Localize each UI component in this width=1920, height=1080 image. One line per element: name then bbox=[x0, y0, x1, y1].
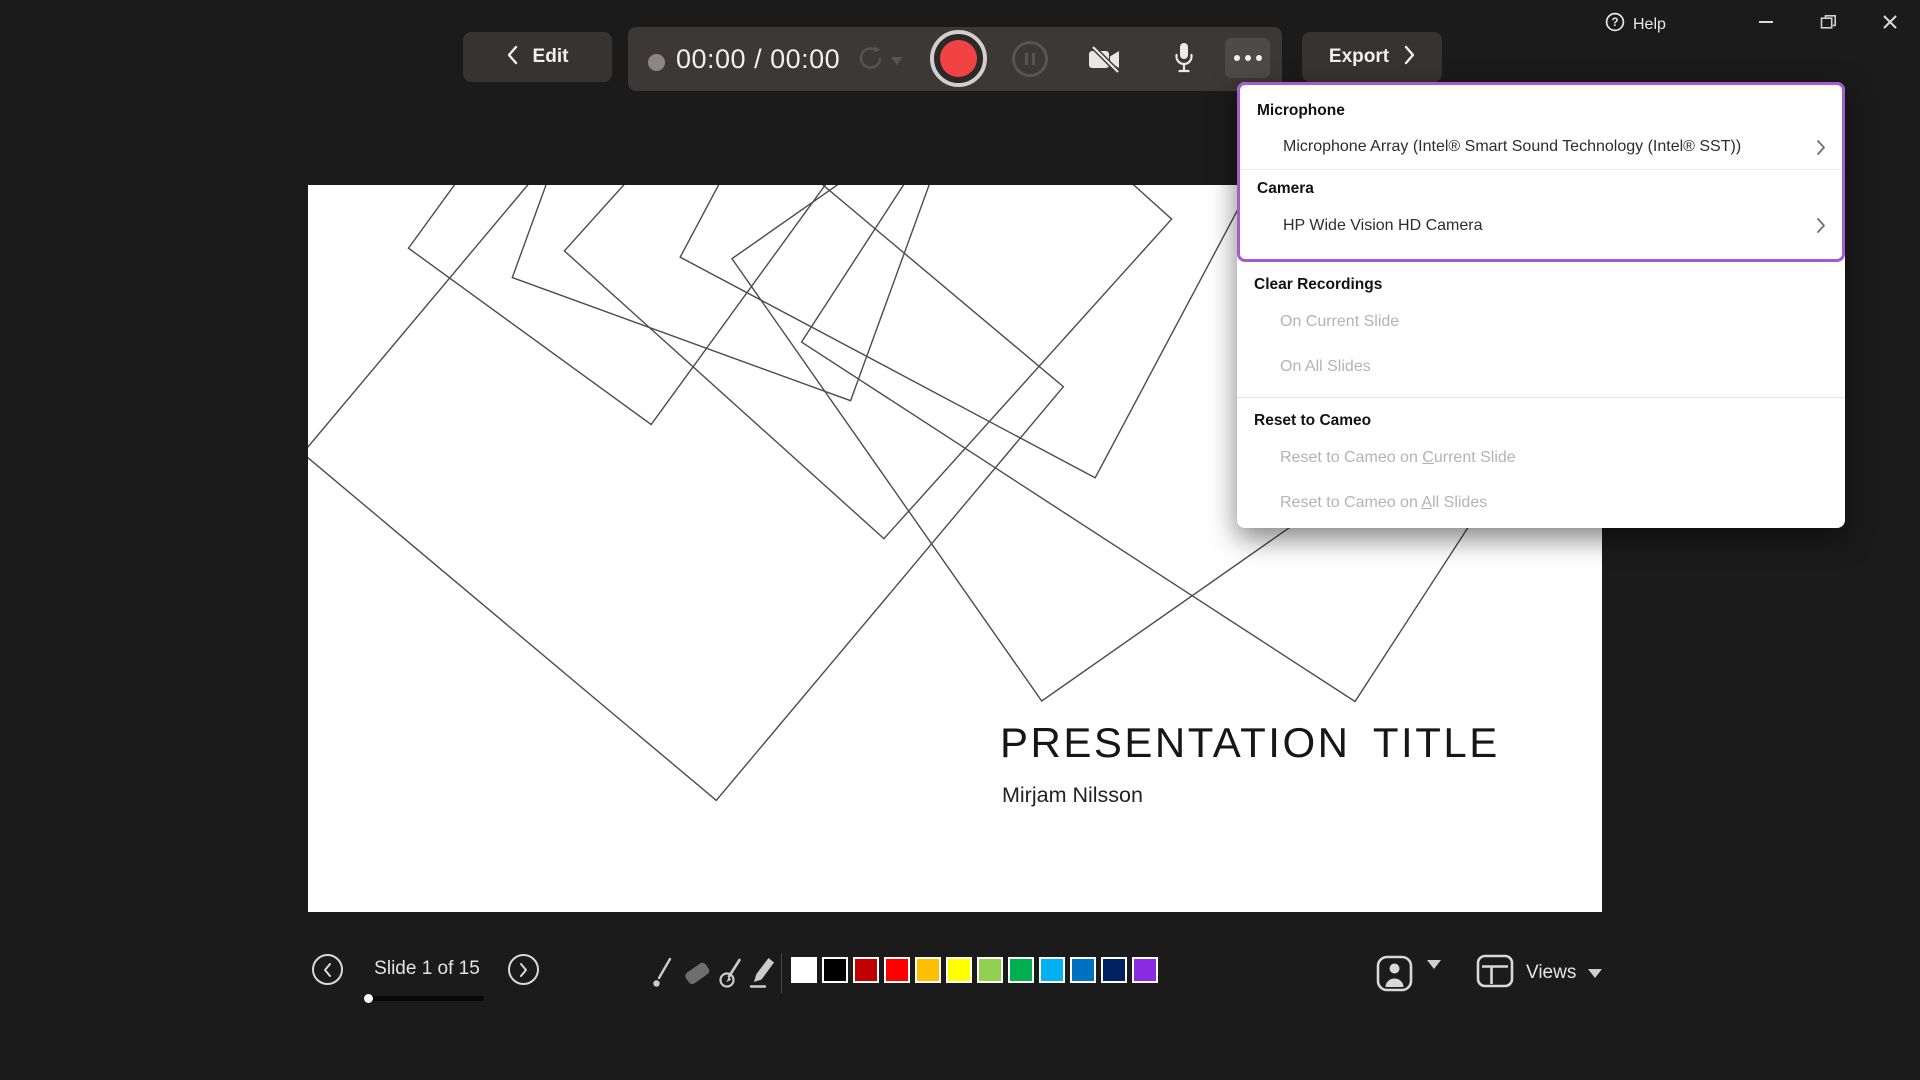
more-options-button[interactable] bbox=[1225, 38, 1270, 78]
cameo-dropdown-arrow[interactable] bbox=[1427, 969, 1441, 987]
ink-color-blue[interactable] bbox=[1070, 957, 1096, 983]
ink-color-yellow[interactable] bbox=[946, 957, 972, 983]
chevron-right-icon bbox=[1403, 45, 1415, 70]
ink-color-black[interactable] bbox=[822, 957, 848, 983]
ink-color-palette bbox=[791, 957, 1158, 983]
eraser-icon bbox=[682, 956, 712, 990]
menu-item-on-current-slide: On Current Slide bbox=[1237, 299, 1845, 344]
person-icon bbox=[1376, 955, 1413, 992]
help-label: Help bbox=[1633, 16, 1666, 34]
slide-title: PRESENTATION TITLE bbox=[1000, 719, 1500, 767]
previous-slide-button[interactable] bbox=[312, 954, 343, 985]
highlighter-tool[interactable] bbox=[748, 953, 778, 993]
menu-group: Clear RecordingsOn Current SlideOn All S… bbox=[1237, 262, 1845, 397]
help-button[interactable]: ? Help bbox=[1605, 12, 1666, 37]
restore-button[interactable] bbox=[1813, 8, 1843, 36]
ink-color-green[interactable] bbox=[1008, 957, 1034, 983]
laser-pointer-tool[interactable] bbox=[648, 953, 678, 993]
pause-button[interactable] bbox=[1012, 41, 1048, 77]
retake-icon bbox=[856, 43, 886, 78]
ink-color-purple[interactable] bbox=[1132, 957, 1158, 983]
views-label: Views bbox=[1526, 962, 1576, 984]
eraser-tool[interactable] bbox=[682, 953, 712, 993]
device-selection-group: MicrophoneMicrophone Array (Intel® Smart… bbox=[1237, 82, 1845, 262]
menu-group: Reset to CameoReset to Cameo on Current … bbox=[1237, 398, 1845, 528]
retake-dropdown-icon[interactable] bbox=[891, 57, 903, 65]
ink-color-white[interactable] bbox=[791, 957, 817, 983]
highlighter-icon bbox=[748, 955, 778, 991]
close-button[interactable] bbox=[1875, 8, 1905, 36]
menu-item-reset-to-cameo-on-all-slides: Reset to Cameo on All Slides bbox=[1237, 480, 1845, 525]
ink-color-light-blue[interactable] bbox=[1039, 957, 1065, 983]
recording-timer: 00:00 / 00:00 bbox=[676, 27, 840, 91]
slide-progress-scrubber[interactable] bbox=[366, 996, 484, 1001]
views-layout-icon bbox=[1476, 954, 1514, 993]
minimize-button[interactable] bbox=[1751, 8, 1781, 36]
menu-item-microphone-device[interactable]: Microphone Array (Intel® Smart Sound Tec… bbox=[1240, 125, 1842, 170]
recording-status-dot bbox=[648, 54, 665, 71]
menu-item-on-all-slides: On All Slides bbox=[1237, 344, 1845, 389]
ink-color-orange[interactable] bbox=[915, 957, 941, 983]
export-button-label: Export bbox=[1329, 46, 1389, 68]
cameo-preview-button[interactable] bbox=[1376, 955, 1413, 997]
record-button[interactable] bbox=[930, 30, 987, 87]
export-button[interactable]: Export bbox=[1302, 32, 1442, 82]
menu-header-camera: Camera bbox=[1240, 170, 1842, 203]
record-window: Edit 00:00 / 00:00 bbox=[0, 0, 1920, 1080]
laser-pointer-icon bbox=[649, 955, 677, 991]
ink-color-light-green[interactable] bbox=[977, 957, 1003, 983]
microphone-icon[interactable] bbox=[1173, 41, 1195, 82]
views-button[interactable]: Views bbox=[1476, 953, 1602, 993]
progress-knob[interactable] bbox=[364, 994, 373, 1003]
chevron-right-icon bbox=[1816, 217, 1826, 239]
menu-item-camera-device[interactable]: HP Wide Vision HD Camera bbox=[1240, 203, 1842, 248]
chevron-right-icon bbox=[1816, 139, 1826, 161]
ink-color-dark-red[interactable] bbox=[853, 957, 879, 983]
recording-control-panel: 00:00 / 00:00 bbox=[628, 27, 1282, 91]
next-slide-button[interactable] bbox=[508, 954, 539, 985]
camera-off-icon[interactable] bbox=[1088, 46, 1122, 78]
menu-header-microphone: Microphone bbox=[1240, 92, 1842, 125]
slide-counter: Slide 1 of 15 bbox=[352, 958, 502, 980]
edit-button-label: Edit bbox=[533, 46, 569, 68]
chevron-left-icon bbox=[507, 45, 519, 70]
slide-subtitle: Mirjam Nilsson bbox=[1002, 783, 1143, 808]
views-dropdown-arrow bbox=[1588, 969, 1602, 978]
svg-text:?: ? bbox=[1611, 17, 1618, 29]
menu-item-reset-to-cameo-on-current-slide: Reset to Cameo on Current Slide bbox=[1237, 435, 1845, 480]
record-icon bbox=[940, 40, 977, 77]
more-options-menu: MicrophoneMicrophone Array (Intel® Smart… bbox=[1237, 82, 1845, 528]
retake-button[interactable] bbox=[856, 43, 903, 78]
toolbar-divider bbox=[781, 953, 782, 993]
pen-tool[interactable] bbox=[716, 953, 746, 993]
ink-color-dark-blue[interactable] bbox=[1101, 957, 1127, 983]
ink-color-red[interactable] bbox=[884, 957, 910, 983]
edit-button[interactable]: Edit bbox=[463, 32, 612, 82]
menu-header-clear-recordings: Clear Recordings bbox=[1237, 266, 1845, 299]
help-icon: ? bbox=[1605, 12, 1625, 37]
pen-icon bbox=[716, 955, 746, 991]
menu-header-reset-to-cameo: Reset to Cameo bbox=[1237, 402, 1845, 435]
